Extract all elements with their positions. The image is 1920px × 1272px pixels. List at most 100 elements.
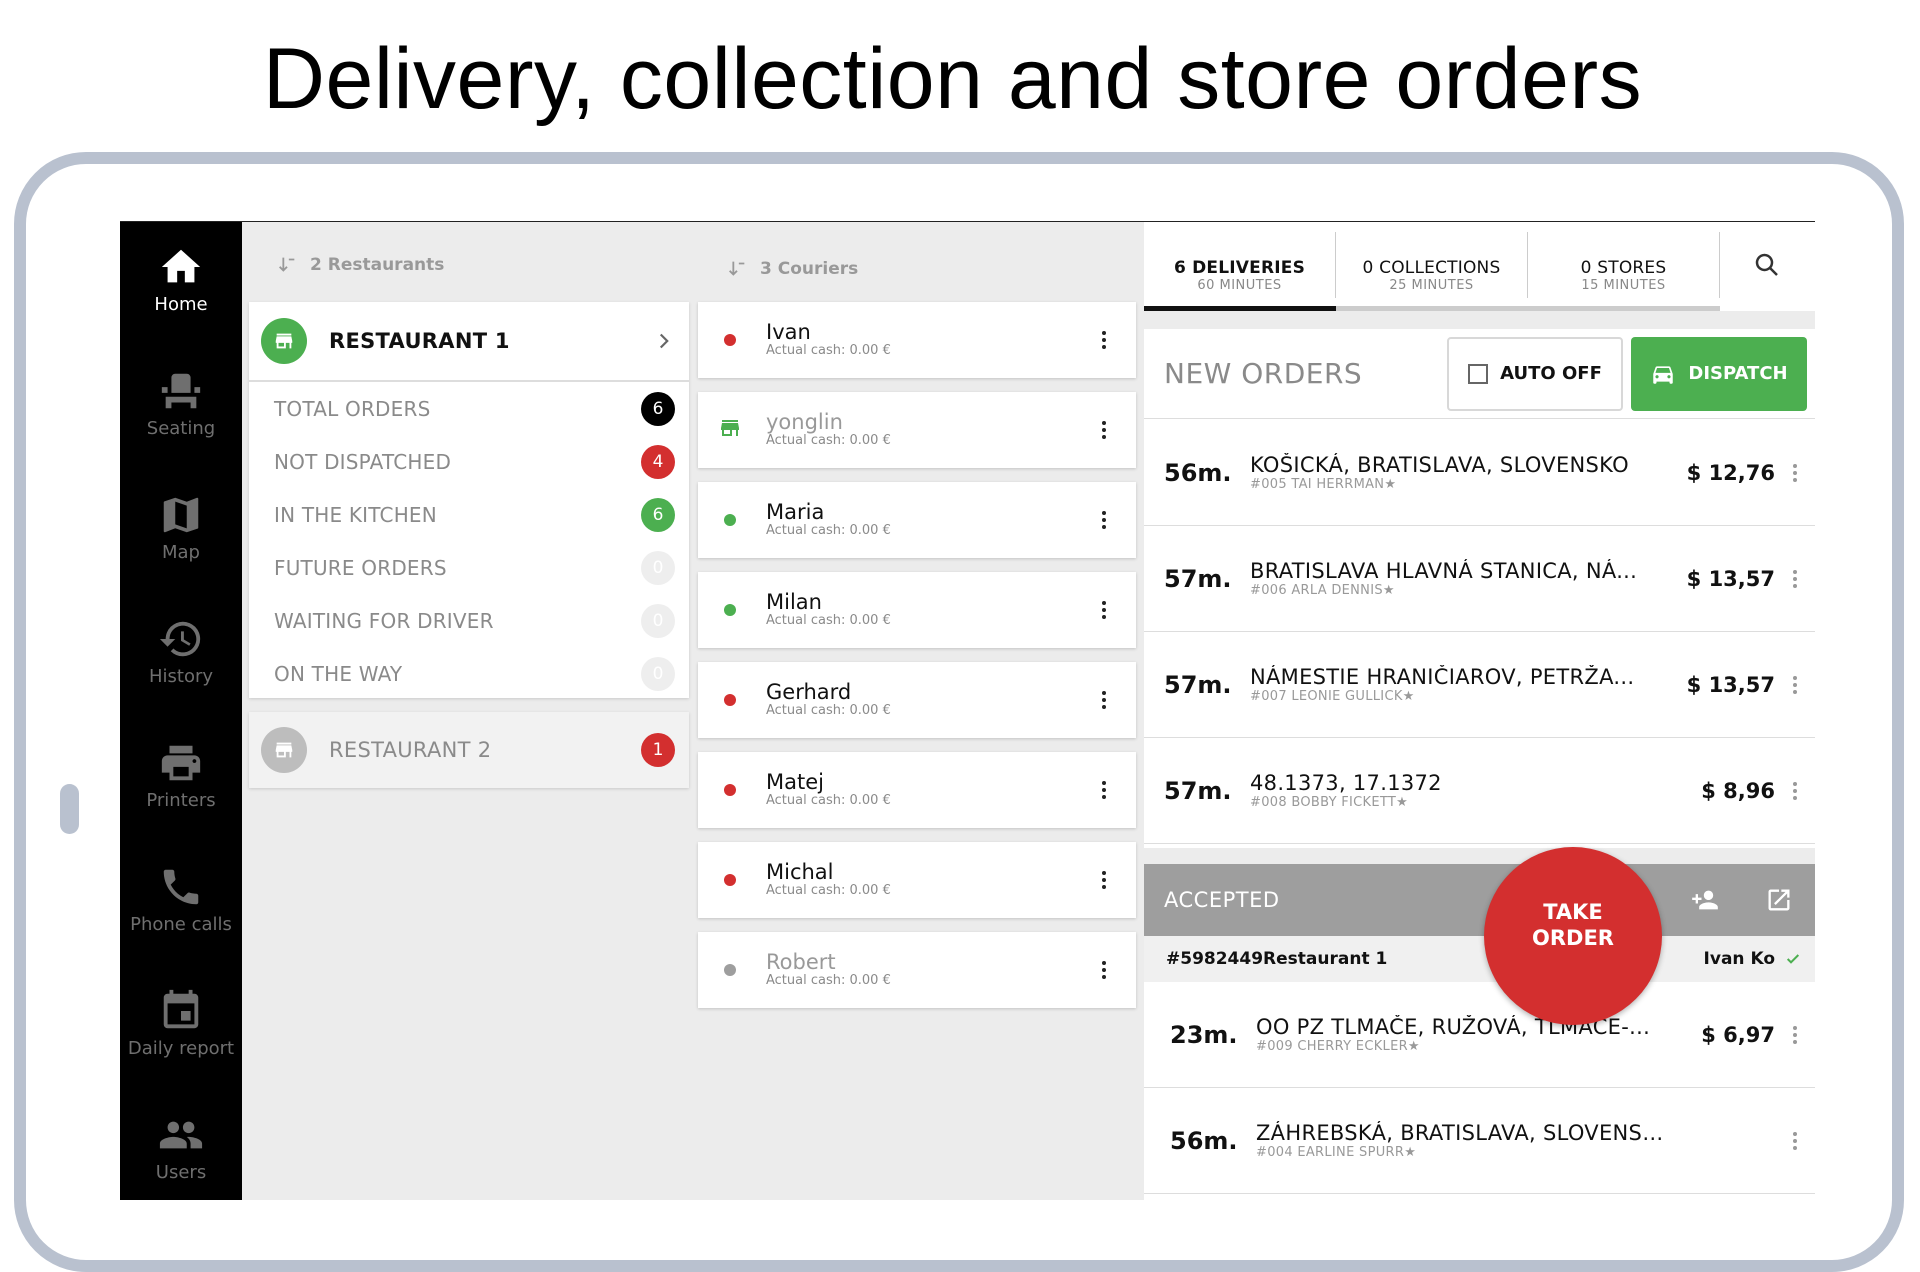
order-menu[interactable] (1775, 779, 1815, 803)
order-customer: #009 CHERRY ECKLER★ (1256, 1039, 1420, 1054)
order-row[interactable]: 56m. KOŠICKÁ, BRATISLAVA, SLOVENSKO #005… (1144, 420, 1815, 526)
courier-info: yonglin Actual cash: 0.00 € (766, 411, 1092, 449)
more-vert-icon[interactable] (1092, 958, 1116, 982)
tab-collections[interactable]: 0 COLLECTIONS 25 MINUTES (1336, 232, 1528, 298)
nav-item-users[interactable]: Users (120, 1112, 242, 1200)
stat-label: FUTURE ORDERS (274, 555, 447, 580)
restaurant-1-name: RESTAURANT 1 (329, 329, 510, 353)
restaurant-card-2[interactable]: RESTAURANT 2 1 (249, 712, 689, 788)
tab-stores[interactable]: 0 STORES 15 MINUTES (1528, 232, 1720, 298)
stat-in-the-kitchen[interactable]: IN THE KITCHEN 6 (249, 488, 689, 541)
order-row[interactable]: 57m. 48.1373, 17.1372 #008 BOBBY FICKETT… (1144, 738, 1815, 844)
status-dot (724, 694, 736, 706)
status-dot (724, 334, 736, 346)
stat-not-dispatched[interactable]: NOT DISPATCHED 4 (249, 435, 689, 488)
more-vert-icon[interactable] (1783, 1129, 1807, 1153)
courier-card[interactable]: Maria Actual cash: 0.00 € (698, 482, 1136, 558)
more-vert-icon[interactable] (1092, 508, 1116, 532)
more-vert-icon[interactable] (1092, 688, 1116, 712)
courier-card[interactable]: Michal Actual cash: 0.00 € (698, 842, 1136, 918)
courier-name: Robert (766, 950, 836, 974)
order-time: 56m. (1170, 1126, 1238, 1155)
more-vert-icon[interactable] (1783, 567, 1807, 591)
stat-total-orders[interactable]: TOTAL ORDERS 6 (249, 382, 689, 435)
courier-card[interactable]: Robert Actual cash: 0.00 € (698, 932, 1136, 1008)
more-vert-icon[interactable] (1092, 868, 1116, 892)
nav-item-seating[interactable]: Seating (120, 368, 242, 492)
chevron-right-icon[interactable] (651, 328, 677, 354)
stat-waiting-for-driver[interactable]: WAITING FOR DRIVER 0 (249, 594, 689, 647)
courier-cash: Actual cash: 0.00 € (766, 973, 891, 988)
nav-item-history[interactable]: History (120, 616, 242, 740)
printer-icon (161, 745, 201, 781)
divider (1144, 848, 1815, 864)
search-icon[interactable] (1752, 250, 1782, 280)
take-order-button[interactable]: TAKE ORDER (1484, 847, 1662, 1025)
nav-item-map[interactable]: Map (120, 492, 242, 616)
divider (1144, 311, 1815, 329)
more-vert-icon[interactable] (1092, 328, 1116, 352)
take-order-line2: ORDER (1532, 926, 1614, 950)
store-icon (275, 742, 293, 758)
nav-item-printers[interactable]: Printers (120, 740, 242, 864)
restaurant-1-header[interactable]: RESTAURANT 1 (249, 302, 689, 382)
nav-label: Users (155, 1162, 207, 1183)
more-vert-icon[interactable] (1783, 461, 1807, 485)
courier-card[interactable]: Ivan Actual cash: 0.00 € (698, 302, 1136, 378)
home-icon (161, 249, 201, 283)
courier-info: Michal Actual cash: 0.00 € (766, 861, 1092, 899)
couriers-sort-header[interactable]: 3 Couriers (726, 258, 858, 280)
courier-card[interactable]: Milan Actual cash: 0.00 € (698, 572, 1136, 648)
stat-count-badge: 0 (641, 603, 675, 638)
order-menu[interactable] (1775, 1023, 1815, 1047)
nav-item-phone-calls[interactable]: Phone calls (120, 864, 242, 988)
tab-deliveries[interactable]: 6 DELIVERIES 60 MINUTES (1144, 232, 1336, 298)
users-icon (159, 1121, 203, 1149)
nav-item-home[interactable]: Home (120, 244, 242, 368)
order-menu[interactable] (1775, 461, 1815, 485)
stat-future-orders[interactable]: FUTURE ORDERS 0 (249, 541, 689, 594)
order-row[interactable]: 57m. NÁMESTIE HRANIČIAROV, PETRŽA... #00… (1144, 632, 1815, 738)
courier-card[interactable]: yonglin Actual cash: 0.00 € (698, 392, 1136, 468)
more-vert-icon[interactable] (1092, 778, 1116, 802)
auto-off-toggle[interactable]: AUTO OFF (1447, 336, 1623, 411)
more-vert-icon[interactable] (1783, 673, 1807, 697)
more-vert-icon[interactable] (1092, 598, 1116, 622)
tab-label: 0 COLLECTIONS (1362, 258, 1501, 278)
checkbox[interactable] (1468, 363, 1489, 384)
orders-panel: 6 DELIVERIES 60 MINUTES 0 COLLECTIONS 25… (1144, 222, 1815, 1200)
more-vert-icon[interactable] (1783, 779, 1807, 803)
stat-label: TOTAL ORDERS (274, 396, 431, 421)
restaurant-card-1: RESTAURANT 1 TOTAL ORDERS 6 NOT DISPATCH… (249, 302, 689, 698)
restaurant-2-name: RESTAURANT 2 (329, 738, 492, 762)
order-menu[interactable] (1775, 673, 1815, 697)
restaurants-sort-header[interactable]: 2 Restaurants (276, 254, 444, 276)
stat-count-badge: 6 (641, 497, 675, 532)
courier-info: Maria Actual cash: 0.00 € (766, 501, 1092, 539)
more-vert-icon[interactable] (1092, 418, 1116, 442)
nav-label: Phone calls (130, 914, 232, 935)
stat-on-the-way[interactable]: ON THE WAY 0 (249, 647, 689, 700)
order-menu[interactable] (1775, 1129, 1815, 1153)
order-time: 57m. (1164, 776, 1232, 805)
more-vert-icon[interactable] (1783, 1023, 1807, 1047)
order-info: NÁMESTIE HRANIČIAROV, PETRŽA... #007 LEO… (1250, 665, 1665, 704)
order-address: ZÁHREBSKÁ, BRATISLAVA, SLOVENSKO (1256, 1121, 1665, 1145)
dispatch-button[interactable]: DISPATCH (1631, 336, 1807, 411)
order-address: BRATISLAVA HLAVNÁ STANICA, NÁ... (1250, 559, 1638, 583)
order-menu[interactable] (1775, 567, 1815, 591)
courier-info: Gerhard Actual cash: 0.00 € (766, 681, 1092, 719)
order-customer: #007 LEONIE GULLICK★ (1250, 689, 1415, 704)
courier-cash: Actual cash: 0.00 € (766, 523, 891, 538)
courier-card[interactable]: Gerhard Actual cash: 0.00 € (698, 662, 1136, 738)
auto-off-label: AUTO OFF (1500, 363, 1602, 384)
courier-card[interactable]: Matej Actual cash: 0.00 € (698, 752, 1136, 828)
accepted-order-row[interactable]: 56m. ZÁHREBSKÁ, BRATISLAVA, SLOVENSKO #0… (1144, 1088, 1815, 1194)
nav-item-daily-report[interactable]: Daily report (120, 988, 242, 1112)
order-row[interactable]: 57m. BRATISLAVA HLAVNÁ STANICA, NÁ... #0… (1144, 526, 1815, 632)
accepted-order-row[interactable]: 23m. OO PZ TLMAČE, RUŽOVÁ, TLMAČE-... #0… (1144, 982, 1815, 1088)
seat-icon (161, 373, 201, 409)
assign-driver-icon[interactable] (1691, 886, 1719, 914)
history-icon (159, 621, 201, 657)
open-external-icon[interactable] (1765, 886, 1793, 914)
